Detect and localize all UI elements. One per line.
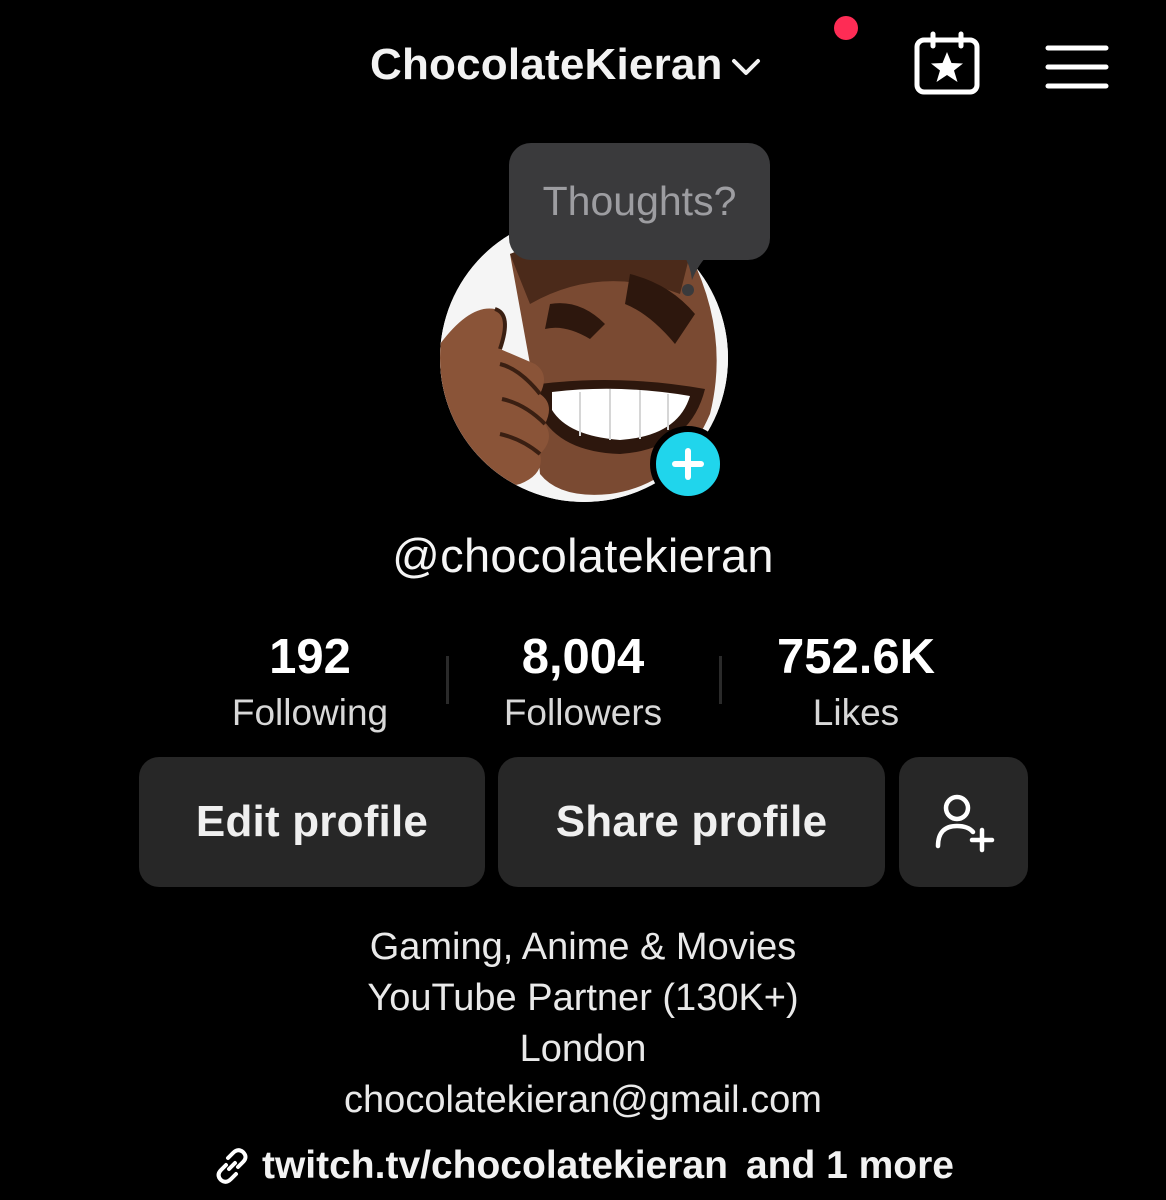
stat-followers[interactable]: 8,004 Followers <box>453 628 713 736</box>
account-switcher[interactable]: ChocolateKieran <box>370 30 765 100</box>
bubble-tail <box>680 250 714 280</box>
following-label: Following <box>231 692 389 733</box>
add-story-button[interactable] <box>650 426 726 502</box>
thoughts-bubble[interactable]: Thoughts? <box>509 143 770 260</box>
bio-line: YouTube Partner (130K+) <box>367 977 799 1019</box>
bio: Gaming, Anime & Movies YouTube Partner (… <box>0 922 1166 1126</box>
bio-email: chocolatekieran@gmail.com <box>344 1079 822 1121</box>
chevron-down-icon <box>731 59 760 75</box>
bubble-dot <box>682 284 694 296</box>
followers-count: 8,004 <box>521 630 645 684</box>
bio-line: London <box>519 1028 647 1070</box>
stat-divider <box>446 656 449 704</box>
edit-profile-button[interactable]: Edit profile <box>139 757 485 887</box>
account-name: ChocolateKieran <box>370 40 723 89</box>
add-friend-button[interactable] <box>899 757 1028 887</box>
following-count: 192 <box>269 630 351 684</box>
hamburger-menu-icon <box>1045 45 1109 89</box>
share-profile-button[interactable]: Share profile <box>498 757 885 887</box>
more-links[interactable]: and 1 more <box>746 1144 954 1188</box>
calendar-star-icon <box>914 31 980 95</box>
thoughts-placeholder: Thoughts? <box>542 178 737 224</box>
notification-dot <box>834 16 858 40</box>
calendar-button[interactable] <box>912 30 982 98</box>
stat-following[interactable]: 192 Following <box>180 628 440 736</box>
person-add-icon <box>935 794 994 853</box>
likes-count: 752.6K <box>776 630 935 684</box>
stat-divider <box>719 656 722 704</box>
share-profile-label: Share profile <box>555 797 828 846</box>
followers-label: Followers <box>503 692 663 733</box>
profile-link[interactable]: twitch.tv/chocolatekieran <box>262 1144 728 1188</box>
edit-profile-label: Edit profile <box>195 797 429 846</box>
stat-likes[interactable]: 752.6K Likes <box>726 628 986 736</box>
profile-handle: @chocolatekieran <box>392 529 774 582</box>
profile-links: twitch.tv/chocolatekieran and 1 more <box>0 1138 1166 1194</box>
likes-label: Likes <box>812 692 900 733</box>
bio-line: Gaming, Anime & Movies <box>369 926 797 968</box>
menu-button[interactable] <box>1044 42 1110 92</box>
plus-icon <box>672 448 704 480</box>
link-icon <box>216 1148 248 1184</box>
